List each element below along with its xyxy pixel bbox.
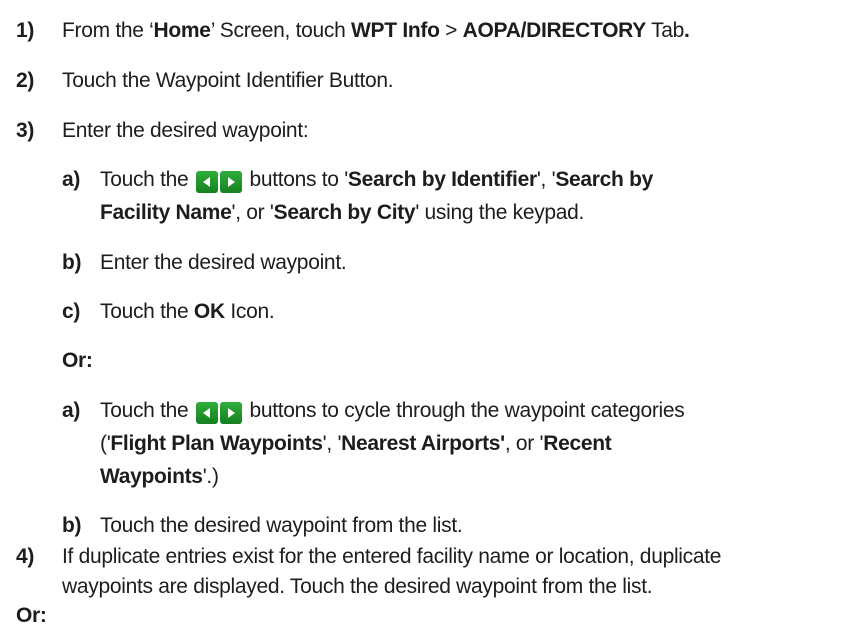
step-text: Touch the Waypoint Identifier Button. — [62, 69, 394, 92]
procedure-page: 1) From the ‘Home’ Screen, touch WPT Inf… — [0, 0, 851, 627]
substep-letter: c) — [62, 300, 81, 323]
substep-text-line-2: Facility Name', or 'Search by City' usin… — [100, 201, 585, 224]
step-number: 1) — [16, 19, 35, 42]
substep-letter: b) — [62, 514, 82, 537]
substep-text-line-3: Waypoints'.) — [100, 465, 219, 488]
step-text: From the ‘Home’ Screen, touch WPT Info >… — [62, 19, 690, 42]
substep-text: Touch the OK Icon. — [100, 300, 275, 323]
right-arrow-icon — [219, 402, 242, 424]
substep-letter: a) — [62, 168, 81, 191]
left-arrow-icon — [195, 171, 218, 193]
step-text-line-1: If duplicate entries exist for the enter… — [62, 545, 722, 568]
left-arrow-icon — [195, 402, 218, 424]
substep-text: Enter the desired waypoint. — [100, 251, 347, 274]
substep-letter: a) — [62, 399, 81, 422]
right-arrow-icon — [219, 171, 242, 193]
step-text: Enter the desired waypoint: — [62, 119, 309, 142]
step-number: 3) — [16, 119, 35, 142]
step-text-line-2: waypoints are displayed. Touch the desir… — [62, 575, 653, 598]
or-text: Or: — [16, 604, 47, 627]
step-number: 2) — [16, 69, 35, 92]
or-text: Or: — [62, 349, 93, 372]
arrow-buttons — [195, 171, 242, 193]
substep-text-line-1: Touch the buttons to 'Search by Identifi… — [100, 168, 654, 193]
substep-text-line-2: ('Flight Plan Waypoints', 'Nearest Airpo… — [100, 432, 612, 455]
substep-text: Touch the desired waypoint from the list… — [100, 514, 463, 537]
arrow-buttons — [195, 402, 242, 424]
substep-letter: b) — [62, 251, 82, 274]
step-number: 4) — [16, 545, 35, 568]
substep-text-line-1: Touch the buttons to cycle through the w… — [100, 399, 685, 424]
